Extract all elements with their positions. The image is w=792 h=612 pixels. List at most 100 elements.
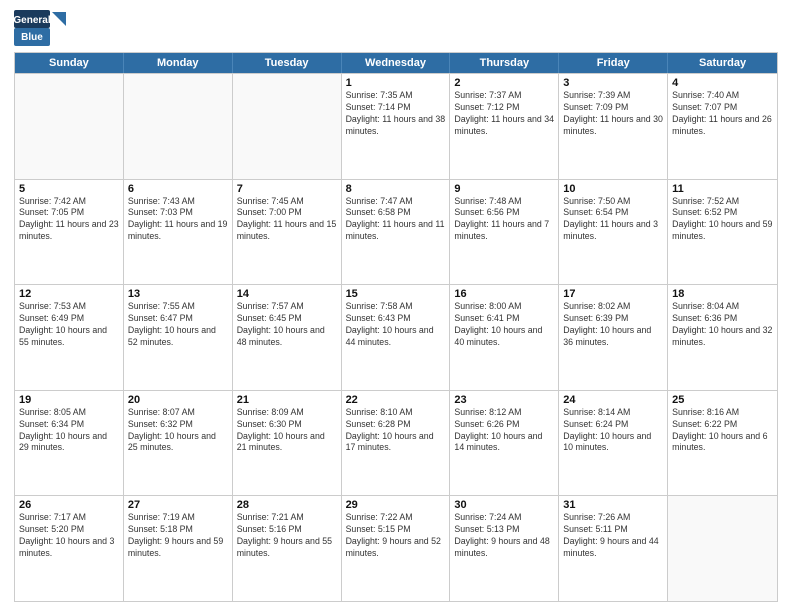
day-number: 13	[128, 288, 228, 300]
cell-info: Sunrise: 7:19 AM Sunset: 5:18 PM Dayligh…	[128, 512, 228, 560]
page: General Blue SundayMondayTuesdayWednesda…	[0, 0, 792, 612]
day-number: 28	[237, 499, 337, 511]
cell-info: Sunrise: 8:14 AM Sunset: 6:24 PM Dayligh…	[563, 407, 663, 455]
cell-info: Sunrise: 8:00 AM Sunset: 6:41 PM Dayligh…	[454, 301, 554, 349]
cell-info: Sunrise: 8:12 AM Sunset: 6:26 PM Dayligh…	[454, 407, 554, 455]
day-number: 25	[672, 394, 773, 406]
day-cell-26: 26Sunrise: 7:17 AM Sunset: 5:20 PM Dayli…	[15, 496, 124, 601]
cell-info: Sunrise: 8:16 AM Sunset: 6:22 PM Dayligh…	[672, 407, 773, 455]
day-cell-29: 29Sunrise: 7:22 AM Sunset: 5:15 PM Dayli…	[342, 496, 451, 601]
day-cell-31: 31Sunrise: 7:26 AM Sunset: 5:11 PM Dayli…	[559, 496, 668, 601]
day-number: 31	[563, 499, 663, 511]
week-row-1: 1Sunrise: 7:35 AM Sunset: 7:14 PM Daylig…	[15, 73, 777, 179]
day-number: 11	[672, 183, 773, 195]
day-cell-14: 14Sunrise: 7:57 AM Sunset: 6:45 PM Dayli…	[233, 285, 342, 390]
svg-text:Blue: Blue	[21, 32, 43, 43]
cell-info: Sunrise: 7:37 AM Sunset: 7:12 PM Dayligh…	[454, 90, 554, 138]
calendar-header: SundayMondayTuesdayWednesdayThursdayFrid…	[15, 53, 777, 73]
day-number: 9	[454, 183, 554, 195]
day-cell-21: 21Sunrise: 8:09 AM Sunset: 6:30 PM Dayli…	[233, 391, 342, 496]
cell-info: Sunrise: 8:09 AM Sunset: 6:30 PM Dayligh…	[237, 407, 337, 455]
cell-info: Sunrise: 7:55 AM Sunset: 6:47 PM Dayligh…	[128, 301, 228, 349]
day-number: 19	[19, 394, 119, 406]
day-cell-8: 8Sunrise: 7:47 AM Sunset: 6:58 PM Daylig…	[342, 180, 451, 285]
cell-info: Sunrise: 7:52 AM Sunset: 6:52 PM Dayligh…	[672, 196, 773, 244]
empty-cell-4-6	[668, 496, 777, 601]
logo: General Blue	[14, 10, 66, 46]
cell-info: Sunrise: 8:07 AM Sunset: 6:32 PM Dayligh…	[128, 407, 228, 455]
cell-info: Sunrise: 7:42 AM Sunset: 7:05 PM Dayligh…	[19, 196, 119, 244]
week-row-3: 12Sunrise: 7:53 AM Sunset: 6:49 PM Dayli…	[15, 284, 777, 390]
day-number: 18	[672, 288, 773, 300]
cell-info: Sunrise: 7:45 AM Sunset: 7:00 PM Dayligh…	[237, 196, 337, 244]
header-day-thursday: Thursday	[450, 53, 559, 73]
cell-info: Sunrise: 8:02 AM Sunset: 6:39 PM Dayligh…	[563, 301, 663, 349]
day-cell-4: 4Sunrise: 7:40 AM Sunset: 7:07 PM Daylig…	[668, 74, 777, 179]
day-number: 5	[19, 183, 119, 195]
calendar-body: 1Sunrise: 7:35 AM Sunset: 7:14 PM Daylig…	[15, 73, 777, 601]
day-cell-5: 5Sunrise: 7:42 AM Sunset: 7:05 PM Daylig…	[15, 180, 124, 285]
cell-info: Sunrise: 7:21 AM Sunset: 5:16 PM Dayligh…	[237, 512, 337, 560]
day-number: 1	[346, 77, 446, 89]
cell-info: Sunrise: 7:39 AM Sunset: 7:09 PM Dayligh…	[563, 90, 663, 138]
cell-info: Sunrise: 8:04 AM Sunset: 6:36 PM Dayligh…	[672, 301, 773, 349]
cell-info: Sunrise: 7:47 AM Sunset: 6:58 PM Dayligh…	[346, 196, 446, 244]
cell-info: Sunrise: 7:35 AM Sunset: 7:14 PM Dayligh…	[346, 90, 446, 138]
day-cell-13: 13Sunrise: 7:55 AM Sunset: 6:47 PM Dayli…	[124, 285, 233, 390]
cell-info: Sunrise: 7:22 AM Sunset: 5:15 PM Dayligh…	[346, 512, 446, 560]
cell-info: Sunrise: 7:53 AM Sunset: 6:49 PM Dayligh…	[19, 301, 119, 349]
calendar: SundayMondayTuesdayWednesdayThursdayFrid…	[14, 52, 778, 602]
day-cell-28: 28Sunrise: 7:21 AM Sunset: 5:16 PM Dayli…	[233, 496, 342, 601]
svg-text:General: General	[14, 15, 51, 26]
day-cell-12: 12Sunrise: 7:53 AM Sunset: 6:49 PM Dayli…	[15, 285, 124, 390]
day-number: 21	[237, 394, 337, 406]
week-row-2: 5Sunrise: 7:42 AM Sunset: 7:05 PM Daylig…	[15, 179, 777, 285]
day-number: 22	[346, 394, 446, 406]
cell-info: Sunrise: 8:10 AM Sunset: 6:28 PM Dayligh…	[346, 407, 446, 455]
cell-info: Sunrise: 7:17 AM Sunset: 5:20 PM Dayligh…	[19, 512, 119, 560]
cell-info: Sunrise: 7:57 AM Sunset: 6:45 PM Dayligh…	[237, 301, 337, 349]
week-row-4: 19Sunrise: 8:05 AM Sunset: 6:34 PM Dayli…	[15, 390, 777, 496]
day-number: 3	[563, 77, 663, 89]
day-cell-17: 17Sunrise: 8:02 AM Sunset: 6:39 PM Dayli…	[559, 285, 668, 390]
day-number: 14	[237, 288, 337, 300]
cell-info: Sunrise: 7:43 AM Sunset: 7:03 PM Dayligh…	[128, 196, 228, 244]
day-cell-1: 1Sunrise: 7:35 AM Sunset: 7:14 PM Daylig…	[342, 74, 451, 179]
day-number: 23	[454, 394, 554, 406]
day-cell-6: 6Sunrise: 7:43 AM Sunset: 7:03 PM Daylig…	[124, 180, 233, 285]
logo-svg: General Blue	[14, 10, 66, 46]
day-cell-3: 3Sunrise: 7:39 AM Sunset: 7:09 PM Daylig…	[559, 74, 668, 179]
cell-info: Sunrise: 7:58 AM Sunset: 6:43 PM Dayligh…	[346, 301, 446, 349]
day-cell-22: 22Sunrise: 8:10 AM Sunset: 6:28 PM Dayli…	[342, 391, 451, 496]
day-cell-18: 18Sunrise: 8:04 AM Sunset: 6:36 PM Dayli…	[668, 285, 777, 390]
day-number: 30	[454, 499, 554, 511]
day-cell-30: 30Sunrise: 7:24 AM Sunset: 5:13 PM Dayli…	[450, 496, 559, 601]
day-cell-2: 2Sunrise: 7:37 AM Sunset: 7:12 PM Daylig…	[450, 74, 559, 179]
day-number: 12	[19, 288, 119, 300]
day-cell-11: 11Sunrise: 7:52 AM Sunset: 6:52 PM Dayli…	[668, 180, 777, 285]
day-number: 20	[128, 394, 228, 406]
day-number: 15	[346, 288, 446, 300]
day-cell-20: 20Sunrise: 8:07 AM Sunset: 6:32 PM Dayli…	[124, 391, 233, 496]
day-cell-24: 24Sunrise: 8:14 AM Sunset: 6:24 PM Dayli…	[559, 391, 668, 496]
empty-cell-0-0	[15, 74, 124, 179]
day-cell-10: 10Sunrise: 7:50 AM Sunset: 6:54 PM Dayli…	[559, 180, 668, 285]
header-day-sunday: Sunday	[15, 53, 124, 73]
day-number: 10	[563, 183, 663, 195]
day-cell-15: 15Sunrise: 7:58 AM Sunset: 6:43 PM Dayli…	[342, 285, 451, 390]
day-number: 24	[563, 394, 663, 406]
day-cell-9: 9Sunrise: 7:48 AM Sunset: 6:56 PM Daylig…	[450, 180, 559, 285]
day-cell-23: 23Sunrise: 8:12 AM Sunset: 6:26 PM Dayli…	[450, 391, 559, 496]
day-number: 16	[454, 288, 554, 300]
cell-info: Sunrise: 7:26 AM Sunset: 5:11 PM Dayligh…	[563, 512, 663, 560]
day-cell-16: 16Sunrise: 8:00 AM Sunset: 6:41 PM Dayli…	[450, 285, 559, 390]
day-number: 29	[346, 499, 446, 511]
day-cell-27: 27Sunrise: 7:19 AM Sunset: 5:18 PM Dayli…	[124, 496, 233, 601]
day-number: 27	[128, 499, 228, 511]
header-day-wednesday: Wednesday	[342, 53, 451, 73]
cell-info: Sunrise: 7:40 AM Sunset: 7:07 PM Dayligh…	[672, 90, 773, 138]
week-row-5: 26Sunrise: 7:17 AM Sunset: 5:20 PM Dayli…	[15, 495, 777, 601]
day-cell-25: 25Sunrise: 8:16 AM Sunset: 6:22 PM Dayli…	[668, 391, 777, 496]
header-day-tuesday: Tuesday	[233, 53, 342, 73]
day-number: 26	[19, 499, 119, 511]
